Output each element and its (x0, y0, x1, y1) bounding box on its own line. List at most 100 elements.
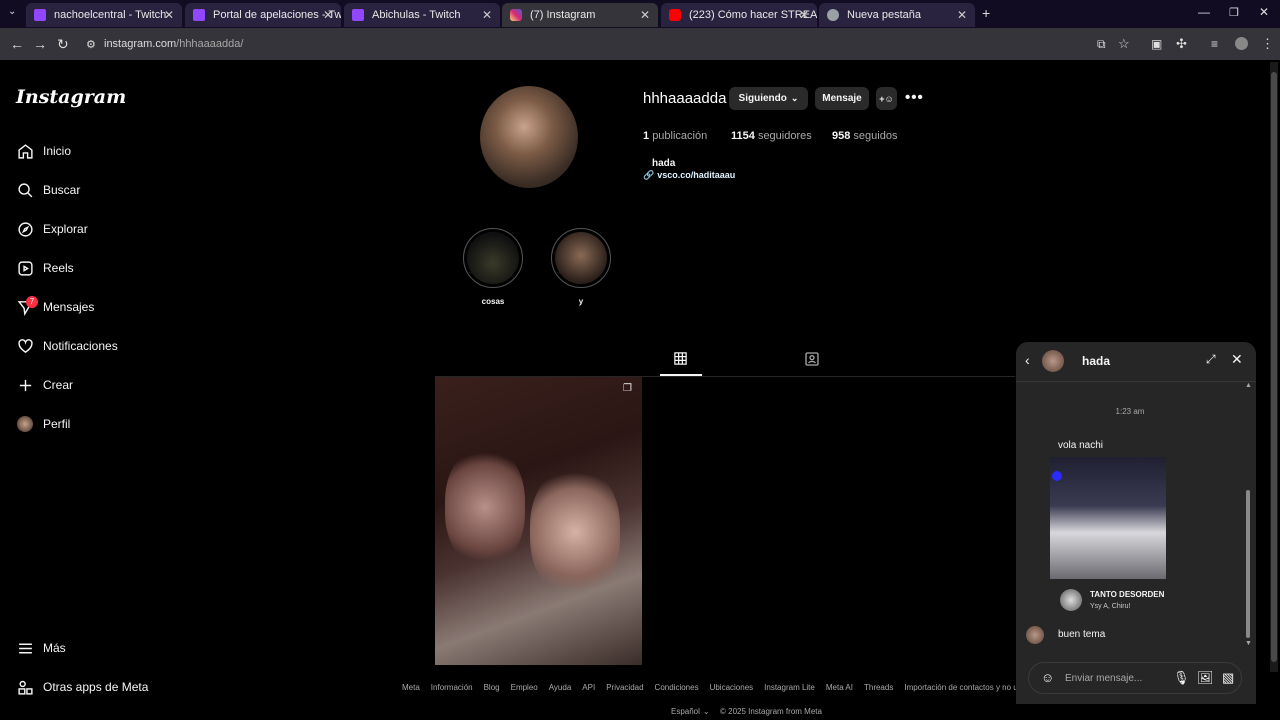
minimize-icon[interactable]: — (1198, 5, 1210, 19)
sidebar-item-meta-apps[interactable]: Otras apps de Meta (16, 675, 148, 699)
posts-grid-tab[interactable] (673, 351, 688, 371)
bio-link[interactable]: 🔗 vsco.co/haditaaau (643, 170, 735, 181)
browser-tab-instagram[interactable]: (7) Instagram ✕ (502, 3, 658, 27)
message-button[interactable]: Mensaje (815, 87, 869, 110)
followers-stat[interactable]: 1154 seguidores (731, 130, 812, 142)
language-label: Español (671, 707, 700, 716)
site-info-icon[interactable]: ⚙ (86, 38, 96, 51)
scroll-up-arrow-icon[interactable]: ▲ (1245, 382, 1252, 389)
close-tab-icon[interactable]: ✕ (323, 3, 333, 27)
reload-icon[interactable]: ↻ (57, 36, 69, 53)
highlight-y[interactable] (551, 228, 611, 288)
more-options-icon[interactable]: ••• (905, 89, 924, 106)
search-icon (16, 181, 34, 199)
page-scrollbar[interactable] (1270, 62, 1278, 672)
following-button-label: Siguiendo (738, 93, 787, 104)
footer-link[interactable]: Meta AI (826, 683, 853, 692)
close-tab-icon[interactable]: ✕ (164, 3, 174, 27)
sidebar-item-buscar[interactable]: Buscar (16, 178, 80, 202)
shared-post-avatar (1060, 589, 1082, 611)
footer-link[interactable]: Instagram Lite (764, 683, 815, 692)
chat-avatar[interactable] (1042, 350, 1064, 372)
sidebar-item-label: Mensajes (43, 300, 95, 314)
url-field[interactable]: instagram.com/hhhaaaadda/ (104, 38, 243, 50)
chat-title[interactable]: hada (1082, 354, 1110, 368)
footer-link[interactable]: Threads (864, 683, 893, 692)
image-icon[interactable]: 🖼 (1197, 670, 1214, 686)
highlight-cosas[interactable] (463, 228, 523, 288)
tagged-tab[interactable] (804, 351, 820, 372)
chevron-down-icon: ⌄ (702, 707, 710, 716)
footer-link[interactable]: Ubicaciones (710, 683, 754, 692)
close-tab-icon[interactable]: ✕ (957, 3, 967, 27)
profile-avatar[interactable] (480, 86, 578, 188)
followers-count: 1154 (731, 130, 755, 142)
footer-link[interactable]: Privacidad (606, 683, 643, 692)
sidebar-item-perfil[interactable]: Perfil (16, 412, 70, 436)
close-window-icon[interactable]: ✕ (1259, 5, 1269, 19)
browser-menu-icon[interactable]: ⋮ (1261, 36, 1274, 52)
sidebar-item-inicio[interactable]: Inicio (16, 139, 71, 163)
post-thumbnail[interactable]: ❐ (435, 377, 642, 665)
browser-tab-twitch-1[interactable]: nachoelcentral - Twitch ✕ (26, 3, 182, 27)
scroll-down-arrow-icon[interactable]: ▼ (1245, 640, 1252, 647)
chat-message: vola nachi (1058, 440, 1104, 451)
browser-tab-new[interactable]: Nueva pestaña ✕ (819, 3, 975, 27)
restore-icon[interactable]: ❐ (1229, 6, 1239, 19)
new-tab-plus-icon[interactable]: + (982, 5, 990, 21)
instagram-logo[interactable]: Instagram (16, 86, 126, 108)
message-input[interactable] (1065, 670, 1155, 686)
bookmark-star-icon[interactable]: ☆ (1118, 36, 1130, 52)
footer-link[interactable]: Ayuda (549, 683, 572, 692)
emoji-icon[interactable]: ☺ (1041, 670, 1054, 685)
suggested-users-button[interactable]: +☺ (876, 87, 897, 110)
sidebar-item-reels[interactable]: Reels (16, 256, 74, 280)
sidebar-item-notificaciones[interactable]: Notificaciones (16, 334, 118, 358)
grid-icon (674, 352, 687, 365)
following-stat[interactable]: 958 seguidos (832, 130, 897, 142)
close-tab-icon[interactable]: ✕ (640, 3, 650, 27)
footer-language-select[interactable]: Español ⌄ (671, 707, 721, 716)
shared-post-image[interactable] (1050, 457, 1166, 579)
sidebar-item-explorar[interactable]: Explorar (16, 217, 88, 241)
shared-post-title[interactable]: TANTO DESORDEN (1090, 590, 1164, 599)
add-person-icon: +☺ (879, 93, 894, 104)
messages-count-badge: 7 (26, 296, 38, 308)
microphone-icon[interactable]: 🎙 (1173, 670, 1190, 686)
footer-link[interactable]: Meta (402, 683, 420, 692)
chat-scrollbar[interactable] (1246, 490, 1250, 638)
following-button[interactable]: Siguiendo ⌄ (729, 87, 808, 110)
close-icon[interactable]: ✕ (1231, 351, 1243, 368)
close-tab-icon[interactable]: ✕ (799, 3, 809, 27)
back-arrow-icon[interactable]: ← (10, 36, 24, 52)
link-icon: 🔗 (643, 170, 655, 180)
extension-icon[interactable]: ▣ (1151, 37, 1162, 51)
footer-link[interactable]: Blog (484, 683, 500, 692)
footer-link[interactable]: Información (431, 683, 473, 692)
sticker-icon[interactable]: ▧ (1222, 670, 1234, 686)
sidebar-item-crear[interactable]: Crear (16, 373, 73, 397)
shared-post-subtitle: Ysy A, Chiru! (1090, 603, 1131, 610)
chat-message: buen tema (1058, 629, 1106, 640)
footer-link[interactable]: Importación de contactos y no us (904, 683, 1021, 692)
tab-title: nachoelcentral - Twitch (54, 9, 167, 21)
sidebar-item-mas[interactable]: Más (16, 636, 66, 660)
close-tab-icon[interactable]: ✕ (482, 3, 492, 27)
tab-title: (223) Cómo hacer STREAM en I (689, 9, 817, 21)
footer-link[interactable]: Condiciones (655, 683, 699, 692)
browser-tab-twitch-3[interactable]: Abichulas - Twitch ✕ (344, 3, 500, 27)
browser-tab-youtube[interactable]: (223) Cómo hacer STREAM en I ✕ (661, 3, 817, 27)
install-app-icon[interactable]: ⧉ (1097, 37, 1106, 52)
posts-count: 1 (643, 130, 650, 142)
expand-icon[interactable]: ⤢ (1206, 352, 1216, 367)
footer-link[interactable]: API (582, 683, 595, 692)
back-chevron-icon[interactable]: ‹ (1025, 352, 1030, 368)
puzzle-icon[interactable]: ✣ (1176, 36, 1187, 52)
forward-arrow-icon[interactable]: → (33, 36, 47, 52)
media-controls-icon[interactable]: ≡ (1211, 37, 1218, 51)
footer-link[interactable]: Empleo (511, 683, 538, 692)
profile-avatar-icon[interactable] (1235, 37, 1248, 50)
tab-search-chevron-icon[interactable]: ⌄ (8, 6, 16, 17)
message-avatar (1026, 626, 1044, 644)
browser-tab-twitch-2[interactable]: Portal de apelaciones - Twitch ✕ (185, 3, 341, 27)
